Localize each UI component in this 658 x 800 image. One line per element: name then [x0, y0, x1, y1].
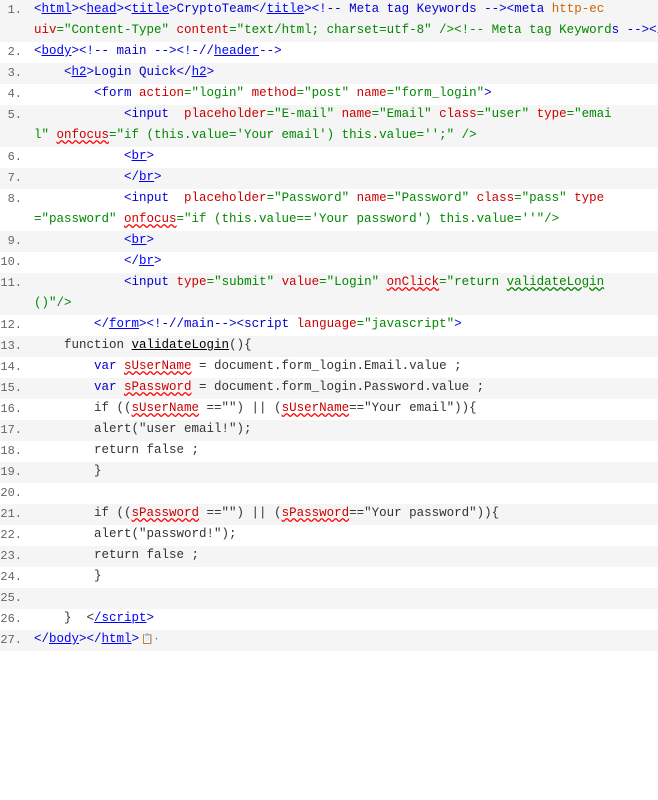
code-line: 21. if ((sPassword =="") || (sPassword==…	[0, 504, 658, 525]
code-line: uiv="Content-Type" content="text/html; c…	[0, 21, 658, 42]
line-content: <html><head><title>CryptoTeam</title><!-…	[30, 0, 658, 19]
code-line: 16. if ((sUserName =="") || (sUserName==…	[0, 399, 658, 420]
line-content: </br>	[30, 252, 658, 271]
line-content: return false ;	[30, 441, 658, 460]
line-number: 22.	[0, 525, 30, 545]
line-number: 26.	[0, 609, 30, 629]
code-line: 15. var sPassword = document.form_login.…	[0, 378, 658, 399]
line-number	[0, 294, 30, 295]
line-number: 6.	[0, 147, 30, 167]
line-number: 5.	[0, 105, 30, 125]
code-line: 4. <form action="login" method="post" na…	[0, 84, 658, 105]
line-content: }	[30, 462, 658, 481]
code-line: 6. <br>	[0, 147, 658, 168]
code-line: 23. return false ;	[0, 546, 658, 567]
line-number: 16.	[0, 399, 30, 419]
line-number: 4.	[0, 84, 30, 104]
code-line: 7. </br>	[0, 168, 658, 189]
line-number: 7.	[0, 168, 30, 188]
code-line: 14. var sUserName = document.form_login.…	[0, 357, 658, 378]
line-content: var sUserName = document.form_login.Emai…	[30, 357, 658, 376]
line-content: alert("user email!");	[30, 420, 658, 439]
code-line: 19. }	[0, 462, 658, 483]
line-content: </form><!-//main--><script language="jav…	[30, 315, 658, 334]
line-number	[0, 21, 30, 22]
line-number: 21.	[0, 504, 30, 524]
line-content: <form action="login" method="post" name=…	[30, 84, 658, 103]
line-content: ()"/>	[30, 294, 658, 313]
line-number: 8.	[0, 189, 30, 209]
code-line: 8. <input placeholder="Password" name="P…	[0, 189, 658, 210]
line-content: </body></html>📋⋅	[30, 630, 658, 649]
code-line: 12. </form><!-//main--><script language=…	[0, 315, 658, 336]
code-line: ()"/>	[0, 294, 658, 315]
line-number: 25.	[0, 588, 30, 608]
line-number: 10.	[0, 252, 30, 272]
line-number: 3.	[0, 63, 30, 83]
line-content: <h2>Login Quick</h2>	[30, 63, 658, 82]
line-number: 11.	[0, 273, 30, 293]
line-content: uiv="Content-Type" content="text/html; c…	[30, 21, 658, 40]
code-line: 9. <br>	[0, 231, 658, 252]
code-line: 17. alert("user email!");	[0, 420, 658, 441]
code-line: 10. </br>	[0, 252, 658, 273]
code-line: 3. <h2>Login Quick</h2>	[0, 63, 658, 84]
line-content: } </script>	[30, 609, 658, 628]
line-content: </br>	[30, 168, 658, 187]
code-line: 5. <input placeholder="E-mail" name="Ema…	[0, 105, 658, 126]
line-number: 1.	[0, 0, 30, 20]
line-content: }	[30, 567, 658, 586]
line-number: 17.	[0, 420, 30, 440]
code-line: 18. return false ;	[0, 441, 658, 462]
line-content: <body><!-- main --><!-//header-->	[30, 42, 658, 61]
line-content: if ((sPassword =="") || (sPassword=="You…	[30, 504, 658, 523]
line-number: 23.	[0, 546, 30, 566]
code-line: ="password" onfocus="if (this.value=='Yo…	[0, 210, 658, 231]
line-number: 12.	[0, 315, 30, 335]
code-line: 20.	[0, 483, 658, 504]
line-content: <br>	[30, 231, 658, 250]
code-line: 1.<html><head><title>CryptoTeam</title><…	[0, 0, 658, 21]
line-content: <input placeholder="Password" name="Pass…	[30, 189, 658, 208]
clipboard-icon[interactable]: 📋⋅	[141, 633, 159, 649]
line-content: l" onfocus="if (this.value='Your email')…	[30, 126, 658, 145]
code-line: 2.<body><!-- main --><!-//header-->	[0, 42, 658, 63]
line-number: 13.	[0, 336, 30, 356]
line-content: return false ;	[30, 546, 658, 565]
line-number: 27.	[0, 630, 30, 650]
code-line: l" onfocus="if (this.value='Your email')…	[0, 126, 658, 147]
code-line: 26. } </script>	[0, 609, 658, 630]
line-content: var sPassword = document.form_login.Pass…	[30, 378, 658, 397]
line-content: ="password" onfocus="if (this.value=='Yo…	[30, 210, 658, 229]
code-line: 24. }	[0, 567, 658, 588]
line-content: <input type="submit" value="Login" onCli…	[30, 273, 658, 292]
line-content: <br>	[30, 147, 658, 166]
line-content: <input placeholder="E-mail" name="Email"…	[30, 105, 658, 124]
line-number: 14.	[0, 357, 30, 377]
line-number: 18.	[0, 441, 30, 461]
line-number: 20.	[0, 483, 30, 503]
line-content: function validateLogin(){	[30, 336, 658, 355]
line-number: 2.	[0, 42, 30, 62]
line-number	[0, 210, 30, 211]
code-line: 22. alert("password!");	[0, 525, 658, 546]
line-number	[0, 126, 30, 127]
code-editor: 1.<html><head><title>CryptoTeam</title><…	[0, 0, 658, 800]
code-line: 11. <input type="submit" value="Login" o…	[0, 273, 658, 294]
line-content: if ((sUserName =="") || (sUserName=="You…	[30, 399, 658, 418]
code-line: 25.	[0, 588, 658, 609]
code-line: 27.</body></html>📋⋅	[0, 630, 658, 651]
line-number: 15.	[0, 378, 30, 398]
line-number: 24.	[0, 567, 30, 587]
line-number: 9.	[0, 231, 30, 251]
code-line: 13. function validateLogin(){	[0, 336, 658, 357]
line-content: alert("password!");	[30, 525, 658, 544]
line-number: 19.	[0, 462, 30, 482]
